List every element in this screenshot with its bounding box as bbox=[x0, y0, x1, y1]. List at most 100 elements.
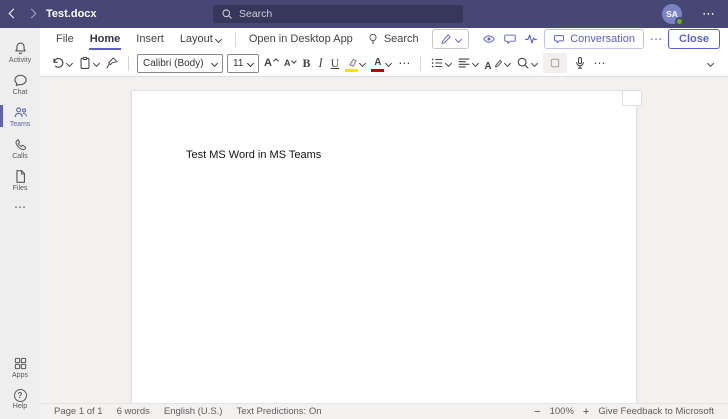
forward-icon[interactable] bbox=[26, 8, 37, 20]
tab-file[interactable]: File bbox=[48, 28, 82, 50]
chevron-down-icon bbox=[291, 57, 298, 64]
teams-window: Test.docx Search SA ⋯ Activity Chat Team… bbox=[0, 0, 728, 419]
document-page[interactable]: Test MS Word in MS Teams bbox=[131, 90, 637, 403]
sidebar-item-calls[interactable]: Calls bbox=[0, 132, 40, 164]
help-icon: ? bbox=[13, 388, 27, 402]
zoom-in-button[interactable]: + bbox=[583, 406, 589, 418]
teams-titlebar: Test.docx Search SA ⋯ bbox=[0, 0, 728, 28]
chevron-down-icon bbox=[246, 59, 255, 67]
reader-button[interactable] bbox=[542, 53, 567, 73]
style-pen-icon bbox=[494, 59, 502, 67]
shrink-font-button[interactable]: A bbox=[281, 52, 300, 74]
underline-button[interactable]: U bbox=[328, 52, 343, 74]
more-font-options-icon[interactable]: ⋯ bbox=[394, 56, 414, 70]
open-in-desktop-button[interactable]: Open in Desktop App bbox=[242, 28, 360, 50]
word-count[interactable]: 6 words bbox=[117, 406, 150, 417]
clipboard-icon bbox=[80, 56, 90, 69]
close-button[interactable]: Close bbox=[668, 29, 720, 49]
highlighter-icon bbox=[345, 55, 359, 72]
bell-icon bbox=[14, 42, 26, 54]
activity-icon bbox=[524, 34, 537, 44]
chevron-down-icon bbox=[210, 59, 219, 67]
teams-icon bbox=[14, 106, 27, 117]
font-color-icon: A bbox=[371, 55, 385, 72]
chevron-down-icon bbox=[92, 59, 101, 67]
chevron-down-icon bbox=[472, 59, 480, 67]
tab-home[interactable]: Home bbox=[82, 28, 129, 50]
sidebar-item-chat[interactable]: Chat bbox=[0, 68, 40, 100]
format-painter-button[interactable] bbox=[102, 52, 122, 74]
formatting-toolbar: Calibri (Body) 11 A A B I U A ⋯ A ⋯ bbox=[40, 50, 728, 77]
tellme-search-button[interactable]: Search bbox=[360, 28, 426, 50]
zoom-out-button[interactable]: − bbox=[534, 406, 540, 418]
document-text: Test MS Word in MS Teams bbox=[186, 149, 322, 161]
bold-button[interactable]: B bbox=[299, 52, 313, 74]
chat-icon bbox=[13, 74, 27, 86]
comments-button[interactable] bbox=[499, 28, 520, 50]
collapse-ribbon-icon[interactable] bbox=[700, 59, 720, 67]
eye-icon bbox=[482, 35, 495, 43]
language-selector[interactable]: English (U.S.) bbox=[164, 406, 223, 417]
search-icon bbox=[222, 9, 232, 19]
chevron-down-icon bbox=[385, 59, 393, 67]
tab-layout[interactable]: Layout bbox=[172, 28, 229, 50]
sidebar-item-activity[interactable]: Activity bbox=[0, 36, 40, 68]
pen-icon bbox=[441, 34, 451, 44]
font-color-button[interactable]: A bbox=[368, 52, 394, 74]
font-name-select[interactable]: Calibri (Body) bbox=[137, 53, 223, 73]
sidebar-more-icon[interactable]: ⋯ bbox=[0, 196, 40, 218]
sidebar-item-apps[interactable]: Apps bbox=[0, 351, 40, 383]
undo-icon bbox=[53, 57, 64, 68]
grow-font-button[interactable]: A bbox=[261, 52, 281, 74]
apps-grid-icon bbox=[14, 357, 26, 369]
status-bar: Page 1 of 1 6 words English (U.S.) Text … bbox=[40, 403, 728, 419]
teams-search-input[interactable]: Search bbox=[213, 5, 463, 23]
eye-button[interactable] bbox=[478, 28, 499, 50]
conversation-button[interactable]: Conversation bbox=[544, 29, 645, 49]
find-icon bbox=[517, 57, 529, 69]
divider bbox=[128, 55, 129, 71]
reader-icon bbox=[550, 58, 559, 68]
styles-button[interactable]: A bbox=[481, 52, 512, 74]
text-predictions-toggle[interactable]: Text Predictions: On bbox=[236, 406, 321, 417]
ribbon-tab-bar: File Home Insert Layout Open in Desktop … bbox=[40, 28, 728, 50]
toolbar-more-icon[interactable]: ⋯ bbox=[590, 56, 610, 70]
chevron-up-icon bbox=[273, 57, 279, 64]
styles-icon: A bbox=[484, 60, 492, 72]
sidebar-item-files[interactable]: Files bbox=[0, 164, 40, 196]
dictate-button[interactable] bbox=[570, 52, 590, 74]
paste-button[interactable] bbox=[75, 52, 102, 74]
paintbrush-icon bbox=[106, 57, 118, 69]
sidebar-item-teams[interactable]: Teams bbox=[0, 100, 40, 132]
microphone-icon bbox=[575, 57, 584, 69]
feedback-link[interactable]: Give Feedback to Microsoft bbox=[598, 406, 714, 417]
back-icon[interactable] bbox=[8, 8, 19, 20]
undo-button[interactable] bbox=[48, 52, 75, 74]
chevron-down-icon bbox=[530, 59, 538, 67]
ribbon-more-icon[interactable]: ⋯ bbox=[647, 32, 665, 46]
find-button[interactable] bbox=[513, 52, 540, 74]
avatar[interactable]: SA bbox=[662, 4, 684, 26]
align-left-icon bbox=[459, 58, 470, 68]
document-canvas: Test MS Word in MS Teams bbox=[40, 77, 728, 403]
chevron-down-icon bbox=[359, 59, 367, 67]
comment-indicator[interactable] bbox=[622, 90, 642, 106]
alignment-button[interactable] bbox=[454, 52, 481, 74]
presence-available-indicator bbox=[675, 17, 684, 26]
highlight-button[interactable] bbox=[342, 52, 368, 74]
chevron-down-icon bbox=[65, 59, 74, 67]
titlebar-more-icon[interactable]: ⋯ bbox=[702, 6, 716, 22]
activity-button[interactable] bbox=[520, 28, 541, 50]
tab-insert[interactable]: Insert bbox=[128, 28, 172, 50]
zoom-level[interactable]: 100% bbox=[550, 406, 574, 417]
bullets-button[interactable] bbox=[427, 52, 454, 74]
divider bbox=[420, 55, 422, 71]
document-icon bbox=[15, 169, 25, 183]
sidebar-item-help[interactable]: ? Help bbox=[0, 383, 40, 415]
editing-mode-dropdown[interactable] bbox=[431, 29, 469, 49]
conversation-bubble-icon bbox=[554, 35, 565, 44]
font-size-select[interactable]: 11 bbox=[227, 53, 259, 73]
page-indicator[interactable]: Page 1 of 1 bbox=[54, 406, 103, 417]
italic-button[interactable]: I bbox=[313, 52, 327, 74]
chevron-down-icon bbox=[503, 59, 511, 67]
